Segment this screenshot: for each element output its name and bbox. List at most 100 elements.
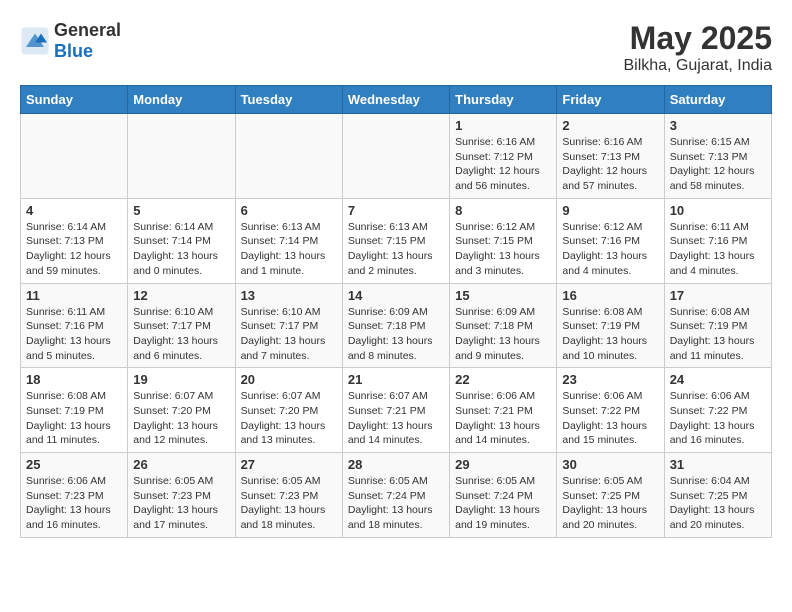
table-row: 12Sunrise: 6:10 AM Sunset: 7:17 PM Dayli… <box>128 283 235 368</box>
table-row: 23 Sunrise: 6:06 AM Sunset: 7:22 PM Dayli… <box>557 368 664 453</box>
day-info: Sunrise: 6:12 AM Sunset: 7:16 PM Dayligh… <box>562 220 658 279</box>
logo-icon <box>20 26 50 56</box>
week-row-3: 11Sunrise: 6:11 AM Sunset: 7:16 PM Dayli… <box>21 283 772 368</box>
day-number: 7 <box>348 203 444 218</box>
week-row-5: 25Sunrise: 6:06 AM Sunset: 7:23 PM Dayli… <box>21 453 772 538</box>
week-row-4: 18 Sunrise: 6:08 AM Sunset: 7:19 PM Dayli… <box>21 368 772 453</box>
table-row <box>21 114 128 199</box>
day-number: 18 <box>26 372 122 387</box>
weekday-header-row: SundayMondayTuesdayWednesdayThursdayFrid… <box>21 86 772 114</box>
day-number: 24 <box>670 372 766 387</box>
table-row: 28Sunrise: 6:05 AM Sunset: 7:24 PM Dayli… <box>342 453 449 538</box>
day-number: 12 <box>133 288 229 303</box>
day-info: Sunrise: 6:05 AM Sunset: 7:23 PM Dayligh… <box>241 474 337 533</box>
weekday-header-saturday: Saturday <box>664 86 771 114</box>
day-number: 16 <box>562 288 658 303</box>
day-number: 26 <box>133 457 229 472</box>
day-info: Sunrise: 6:07 AM Sunset: 7:20 PM Dayligh… <box>133 389 229 448</box>
table-row: 8 Sunrise: 6:12 AM Sunset: 7:15 PM Daylig… <box>450 198 557 283</box>
day-number: 1 <box>455 118 551 133</box>
day-number: 14 <box>348 288 444 303</box>
day-number: 13 <box>241 288 337 303</box>
day-info: Sunrise: 6:06 AM Sunset: 7:22 PM Dayligh… <box>670 389 766 448</box>
table-row: 10 Sunrise: 6:11 AM Sunset: 7:16 PM Dayli… <box>664 198 771 283</box>
table-row: 14 Sunrise: 6:09 AM Sunset: 7:18 PM Dayli… <box>342 283 449 368</box>
day-info: Sunrise: 6:06 AM Sunset: 7:22 PM Dayligh… <box>562 389 658 448</box>
table-row: 30Sunrise: 6:05 AM Sunset: 7:25 PM Dayli… <box>557 453 664 538</box>
day-number: 5 <box>133 203 229 218</box>
day-number: 4 <box>26 203 122 218</box>
day-number: 17 <box>670 288 766 303</box>
table-row: 27 Sunrise: 6:05 AM Sunset: 7:23 PM Dayli… <box>235 453 342 538</box>
weekday-header-wednesday: Wednesday <box>342 86 449 114</box>
weekday-header-friday: Friday <box>557 86 664 114</box>
day-info: Sunrise: 6:16 AM Sunset: 7:13 PM Dayligh… <box>562 135 658 194</box>
day-number: 15 <box>455 288 551 303</box>
day-info: Sunrise: 6:15 AM Sunset: 7:13 PM Dayligh… <box>670 135 766 194</box>
day-info: Sunrise: 6:08 AM Sunset: 7:19 PM Dayligh… <box>670 305 766 364</box>
day-info: Sunrise: 6:05 AM Sunset: 7:24 PM Dayligh… <box>455 474 551 533</box>
day-info: Sunrise: 6:11 AM Sunset: 7:16 PM Dayligh… <box>670 220 766 279</box>
day-info: Sunrise: 6:10 AM Sunset: 7:17 PM Dayligh… <box>241 305 337 364</box>
table-row: 20 Sunrise: 6:07 AM Sunset: 7:20 PM Dayli… <box>235 368 342 453</box>
table-row: 4 Sunrise: 6:14 AM Sunset: 7:13 PM Daylig… <box>21 198 128 283</box>
day-number: 3 <box>670 118 766 133</box>
day-number: 31 <box>670 457 766 472</box>
table-row: 31 Sunrise: 6:04 AM Sunset: 7:25 PM Dayli… <box>664 453 771 538</box>
table-row: 7Sunrise: 6:13 AM Sunset: 7:15 PM Daylig… <box>342 198 449 283</box>
day-info: Sunrise: 6:08 AM Sunset: 7:19 PM Dayligh… <box>26 389 122 448</box>
day-number: 21 <box>348 372 444 387</box>
day-number: 27 <box>241 457 337 472</box>
day-number: 8 <box>455 203 551 218</box>
table-row: 11Sunrise: 6:11 AM Sunset: 7:16 PM Dayli… <box>21 283 128 368</box>
table-row: 19 Sunrise: 6:07 AM Sunset: 7:20 PM Dayli… <box>128 368 235 453</box>
day-info: Sunrise: 6:09 AM Sunset: 7:18 PM Dayligh… <box>455 305 551 364</box>
day-info: Sunrise: 6:14 AM Sunset: 7:14 PM Dayligh… <box>133 220 229 279</box>
table-row <box>342 114 449 199</box>
day-number: 30 <box>562 457 658 472</box>
day-info: Sunrise: 6:14 AM Sunset: 7:13 PM Dayligh… <box>26 220 122 279</box>
day-number: 10 <box>670 203 766 218</box>
table-row: 5 Sunrise: 6:14 AM Sunset: 7:14 PM Daylig… <box>128 198 235 283</box>
day-number: 2 <box>562 118 658 133</box>
table-row: 17 Sunrise: 6:08 AM Sunset: 7:19 PM Dayli… <box>664 283 771 368</box>
table-row: 1 Sunrise: 6:16 AM Sunset: 7:12 PM Daylig… <box>450 114 557 199</box>
weekday-header-thursday: Thursday <box>450 86 557 114</box>
logo-general-text: General <box>54 20 121 40</box>
day-info: Sunrise: 6:09 AM Sunset: 7:18 PM Dayligh… <box>348 305 444 364</box>
table-row: 22Sunrise: 6:06 AM Sunset: 7:21 PM Dayli… <box>450 368 557 453</box>
day-number: 20 <box>241 372 337 387</box>
table-row <box>235 114 342 199</box>
day-info: Sunrise: 6:05 AM Sunset: 7:23 PM Dayligh… <box>133 474 229 533</box>
day-number: 22 <box>455 372 551 387</box>
day-info: Sunrise: 6:06 AM Sunset: 7:23 PM Dayligh… <box>26 474 122 533</box>
day-info: Sunrise: 6:16 AM Sunset: 7:12 PM Dayligh… <box>455 135 551 194</box>
table-row: 6Sunrise: 6:13 AM Sunset: 7:14 PM Daylig… <box>235 198 342 283</box>
page-title: May 2025 <box>623 20 772 57</box>
table-row: 16 Sunrise: 6:08 AM Sunset: 7:19 PM Dayli… <box>557 283 664 368</box>
logo: General Blue <box>20 20 121 62</box>
title-block: May 2025 Bilkha, Gujarat, India <box>623 20 772 75</box>
day-number: 9 <box>562 203 658 218</box>
day-info: Sunrise: 6:04 AM Sunset: 7:25 PM Dayligh… <box>670 474 766 533</box>
table-row: 29 Sunrise: 6:05 AM Sunset: 7:24 PM Dayli… <box>450 453 557 538</box>
day-number: 29 <box>455 457 551 472</box>
day-info: Sunrise: 6:07 AM Sunset: 7:21 PM Dayligh… <box>348 389 444 448</box>
day-info: Sunrise: 6:07 AM Sunset: 7:20 PM Dayligh… <box>241 389 337 448</box>
day-info: Sunrise: 6:08 AM Sunset: 7:19 PM Dayligh… <box>562 305 658 364</box>
week-row-2: 4 Sunrise: 6:14 AM Sunset: 7:13 PM Daylig… <box>21 198 772 283</box>
table-row: 25Sunrise: 6:06 AM Sunset: 7:23 PM Dayli… <box>21 453 128 538</box>
table-row: 26 Sunrise: 6:05 AM Sunset: 7:23 PM Dayli… <box>128 453 235 538</box>
table-row: 18 Sunrise: 6:08 AM Sunset: 7:19 PM Dayli… <box>21 368 128 453</box>
page-subtitle: Bilkha, Gujarat, India <box>623 57 772 75</box>
table-row: 13 Sunrise: 6:10 AM Sunset: 7:17 PM Dayli… <box>235 283 342 368</box>
day-number: 23 <box>562 372 658 387</box>
weekday-header-sunday: Sunday <box>21 86 128 114</box>
day-number: 19 <box>133 372 229 387</box>
table-row: 15 Sunrise: 6:09 AM Sunset: 7:18 PM Dayli… <box>450 283 557 368</box>
logo-blue-text: Blue <box>54 41 93 61</box>
day-info: Sunrise: 6:12 AM Sunset: 7:15 PM Dayligh… <box>455 220 551 279</box>
day-info: Sunrise: 6:11 AM Sunset: 7:16 PM Dayligh… <box>26 305 122 364</box>
day-number: 6 <box>241 203 337 218</box>
table-row <box>128 114 235 199</box>
